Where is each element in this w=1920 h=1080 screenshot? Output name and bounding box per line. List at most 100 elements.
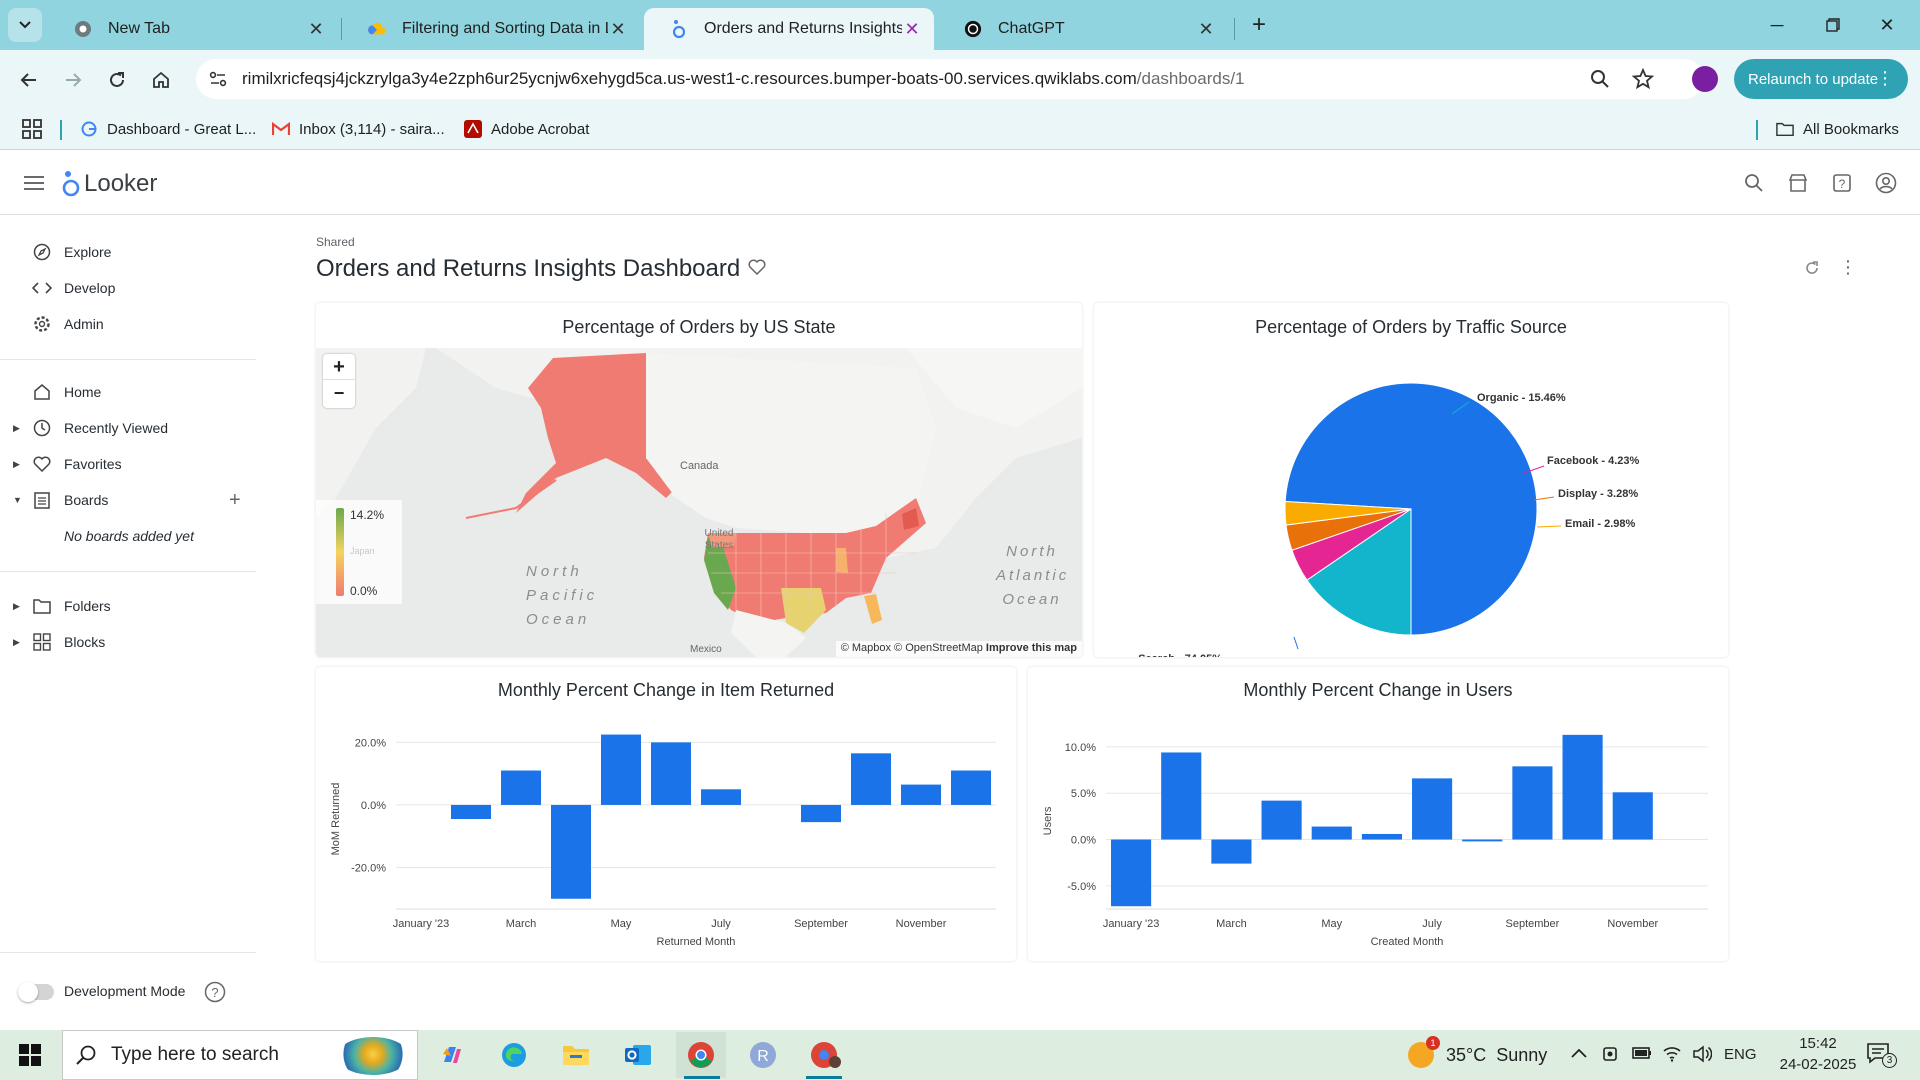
nav-blocks[interactable]: ▶ Blocks xyxy=(0,625,256,659)
close-icon[interactable]: ✕ xyxy=(306,19,326,40)
nav-label: Blocks xyxy=(64,634,106,650)
bookmark-inbox[interactable]: Inbox (3,114) - saira... xyxy=(272,116,445,142)
notification-button[interactable]: 3 xyxy=(1866,1041,1897,1068)
all-bookmarks-button[interactable]: All Bookmarks xyxy=(1776,116,1899,142)
nav-folders[interactable]: ▶ Folders xyxy=(0,589,256,623)
refresh-icon[interactable] xyxy=(1804,260,1820,276)
caret-right-icon[interactable]: ▶ xyxy=(13,637,20,648)
bookmark-dashboard[interactable]: Dashboard - Great L... xyxy=(80,116,256,142)
forward-button[interactable] xyxy=(58,65,88,95)
bookmark-star-icon[interactable] xyxy=(1632,68,1654,90)
weather-widget[interactable]: 1 35°C Sunny xyxy=(1408,1036,1547,1070)
tab-filtering-sorting[interactable]: Filtering and Sorting Data in Lo ✕ xyxy=(342,8,640,50)
nav-home[interactable]: Home xyxy=(0,375,256,409)
relaunch-button[interactable]: Relaunch to update ⋮ xyxy=(1734,59,1908,99)
battery-icon[interactable] xyxy=(1632,1046,1652,1060)
caret-down-icon[interactable]: ▼ xyxy=(13,495,22,505)
r-app-icon[interactable]: R xyxy=(745,1038,781,1072)
help-circle-icon[interactable]: ? xyxy=(204,981,226,1003)
looker-logo[interactable]: Looker xyxy=(62,169,157,199)
add-board-icon[interactable]: + xyxy=(229,489,241,512)
nav-label: Folders xyxy=(64,598,111,614)
clock-time[interactable]: 15:42 xyxy=(1778,1035,1858,1052)
x-tick-label: March xyxy=(506,918,537,930)
edge-icon[interactable] xyxy=(496,1038,532,1072)
caret-right-icon[interactable]: ▶ xyxy=(13,459,20,470)
new-tab-button[interactable]: + xyxy=(1244,10,1274,40)
volume-icon[interactable] xyxy=(1692,1045,1712,1063)
dashboard-menu-icon[interactable]: ⋮ xyxy=(1839,257,1857,278)
account-icon xyxy=(1875,172,1897,194)
reload-button[interactable] xyxy=(102,65,132,95)
address-bar[interactable]: rimilxricfeqsj4jckzrylga3y4e2zph6ur25ycn… xyxy=(196,59,1704,99)
taskbar-search[interactable]: Type here to search xyxy=(62,1030,418,1080)
apps-button[interactable] xyxy=(22,116,42,142)
restore-button[interactable] xyxy=(1808,0,1858,50)
language-indicator[interactable]: ENG xyxy=(1724,1046,1757,1063)
chrome-profile-indicator xyxy=(806,1076,842,1079)
svg-text:?: ? xyxy=(1839,177,1846,191)
file-explorer-icon[interactable] xyxy=(558,1038,594,1072)
chrome-active-indicator xyxy=(684,1076,720,1079)
close-icon[interactable]: ✕ xyxy=(608,19,628,40)
nav-explore[interactable]: Explore xyxy=(0,235,256,269)
state-il xyxy=(836,548,848,573)
pie-chart[interactable]: Search - 74.05% Organic - 15.46% Facebook … xyxy=(1094,347,1728,657)
wifi-icon[interactable] xyxy=(1662,1044,1682,1062)
pie-data-label: Display - 3.28% xyxy=(1558,488,1638,500)
tab-new-tab[interactable]: New Tab ✕ xyxy=(48,8,338,50)
nav-recently-viewed[interactable]: ▶ Recently Viewed xyxy=(0,411,256,445)
folder-icon xyxy=(32,596,52,616)
returned-bar-chart[interactable]: 20.0% 0.0% -20.0% January '23 March May July Se… xyxy=(316,667,1016,961)
sidebar-divider xyxy=(0,359,256,360)
dev-mode-toggle[interactable] xyxy=(18,982,54,1002)
improve-map-link[interactable]: Improve this map xyxy=(986,642,1077,654)
meet-icon[interactable] xyxy=(1602,1045,1620,1063)
minimize-button[interactable]: ─ xyxy=(1752,0,1802,50)
nav-label: Develop xyxy=(64,280,116,296)
attribution-text[interactable]: © Mapbox © OpenStreetMap xyxy=(841,642,983,654)
tab-search-button[interactable] xyxy=(8,8,42,42)
y-tick-label: 20.0% xyxy=(355,737,386,749)
profile-avatar[interactable] xyxy=(1692,66,1718,92)
x-tick-label: January '23 xyxy=(1103,918,1160,930)
caret-right-icon[interactable]: ▶ xyxy=(13,423,20,434)
zoom-out-button[interactable]: − xyxy=(323,380,355,406)
copilot-icon[interactable] xyxy=(434,1038,470,1072)
close-icon[interactable]: ✕ xyxy=(1196,19,1216,40)
nav-favorites[interactable]: ▶ Favorites xyxy=(0,447,256,481)
caret-right-icon[interactable]: ▶ xyxy=(13,601,20,612)
account-button[interactable] xyxy=(1874,171,1898,195)
marketplace-button[interactable] xyxy=(1786,171,1810,195)
nav-label: Recently Viewed xyxy=(64,420,169,436)
bookmark-divider xyxy=(60,120,62,140)
users-bar-chart[interactable]: 10.0% 5.0% 0.0% -5.0% January '23 March May Jul… xyxy=(1028,667,1728,961)
zoom-icon[interactable] xyxy=(1590,69,1610,89)
menu-button[interactable] xyxy=(22,171,46,195)
nav-boards[interactable]: ▼ Boards + xyxy=(0,483,256,517)
tab-label: New Tab xyxy=(108,20,170,37)
tab-orders-returns[interactable]: Orders and Returns Insights Da ✕ xyxy=(644,8,934,50)
help-icon: ? xyxy=(1833,174,1851,192)
help-button[interactable]: ? xyxy=(1830,171,1854,195)
site-info-icon[interactable] xyxy=(206,68,230,90)
show-hidden-icons[interactable] xyxy=(1570,1046,1588,1060)
tab-chatgpt[interactable]: ChatGPT ✕ xyxy=(938,8,1228,50)
favorite-heart-icon[interactable] xyxy=(748,259,766,275)
clock-date[interactable]: 24-02-2025 xyxy=(1778,1056,1858,1073)
state-map[interactable]: Canada United States Mexico North Pacifi… xyxy=(316,348,1082,657)
outlook-icon[interactable] xyxy=(620,1038,656,1072)
bookmark-adobe[interactable]: Adobe Acrobat xyxy=(464,116,589,142)
chrome-profile-icon[interactable] xyxy=(808,1038,844,1072)
nav-develop[interactable]: Develop xyxy=(0,271,256,305)
start-button[interactable] xyxy=(12,1038,48,1072)
close-icon[interactable]: ✕ xyxy=(902,19,922,40)
back-button[interactable] xyxy=(14,65,44,95)
close-window-button[interactable]: ✕ xyxy=(1862,0,1912,50)
chrome-taskbar-icon[interactable] xyxy=(683,1038,719,1072)
zoom-in-button[interactable]: + xyxy=(323,354,355,380)
home-button[interactable] xyxy=(146,65,176,95)
breadcrumb[interactable]: Shared xyxy=(316,235,355,249)
nav-admin[interactable]: Admin xyxy=(0,307,256,341)
search-button[interactable] xyxy=(1742,171,1766,195)
